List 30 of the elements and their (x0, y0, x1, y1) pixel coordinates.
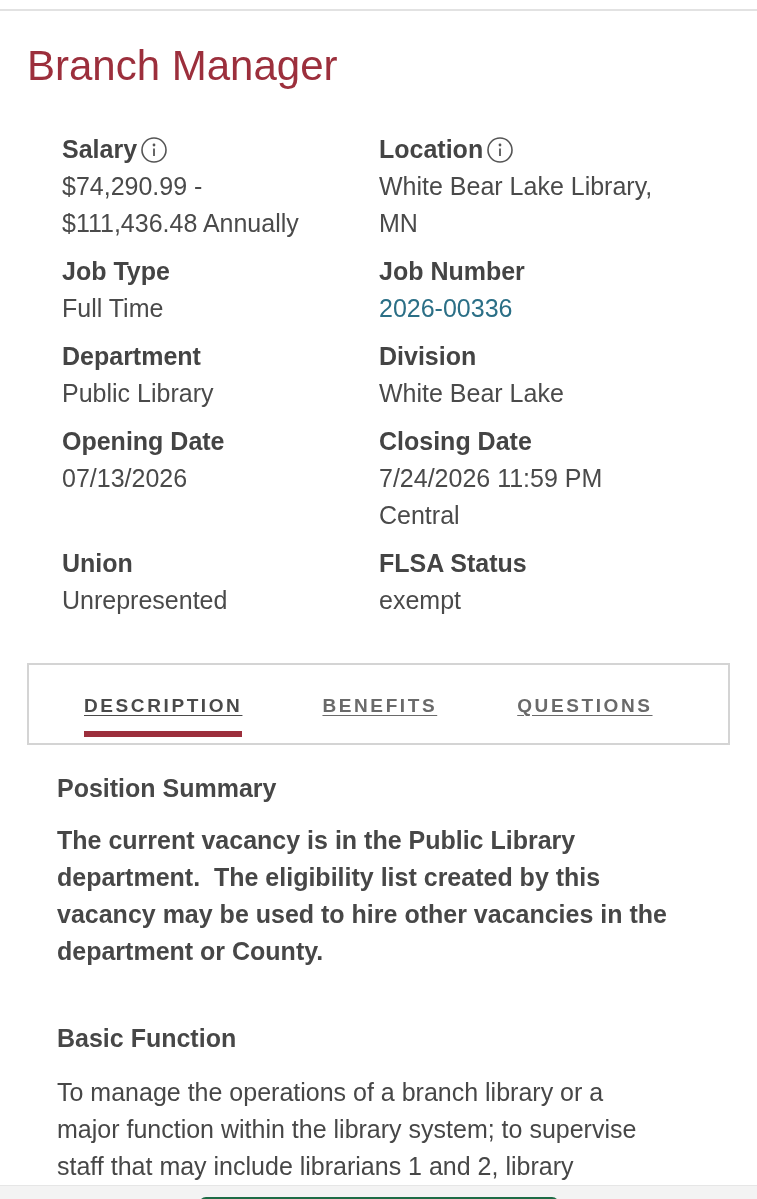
job-number-link[interactable]: 2026-00336 (379, 290, 513, 327)
detail-value: White Bear Lake (379, 378, 564, 409)
section-paragraph: To manage the operations of a branch library or a major function within the library system; to supervise staff that may include librarians 1 and 2, library (57, 1077, 638, 1182)
tab[interactable]: BENEFITS (322, 694, 438, 737)
info-icon[interactable] (487, 136, 514, 163)
detail-label: FLSA Status (379, 548, 527, 579)
detail-label: Closing Date (379, 426, 532, 457)
detail-label: Opening Date (62, 426, 225, 457)
detail-value: 7/24/2026 11:59 PM Central (379, 463, 604, 531)
detail-value: exempt (379, 585, 461, 616)
detail-value: Full Time (62, 293, 164, 324)
detail-label: Salary (62, 134, 138, 165)
detail-label: Job Number (379, 256, 525, 287)
section-paragraph: The current vacancy is in the Public Library department. The eligibility list created by this vacancy may be used to hire other vacancies in the department or County. (57, 825, 668, 967)
detail-label: Location (379, 134, 484, 165)
detail-value: 07/13/2026 (62, 463, 188, 494)
section-heading: Position Summary (57, 773, 278, 804)
tab[interactable]: DESCRIPTION (84, 694, 243, 737)
detail-value: $74,290.99 - $111,436.48 Annually (62, 171, 300, 239)
info-icon[interactable] (141, 136, 168, 163)
detail-label: Department (62, 341, 201, 372)
tab[interactable]: QUESTIONS (517, 694, 653, 737)
detail-label: Job Type (62, 256, 170, 287)
detail-label: Union (62, 548, 133, 579)
job-title: Branch Manager (27, 41, 339, 91)
detail-value: Public Library (62, 378, 214, 409)
detail-label: Division (379, 341, 477, 372)
section-heading: Basic Function (57, 1023, 238, 1054)
detail-value: White Bear Lake Library, MN (379, 171, 654, 239)
detail-value: Unrepresented (62, 585, 228, 616)
